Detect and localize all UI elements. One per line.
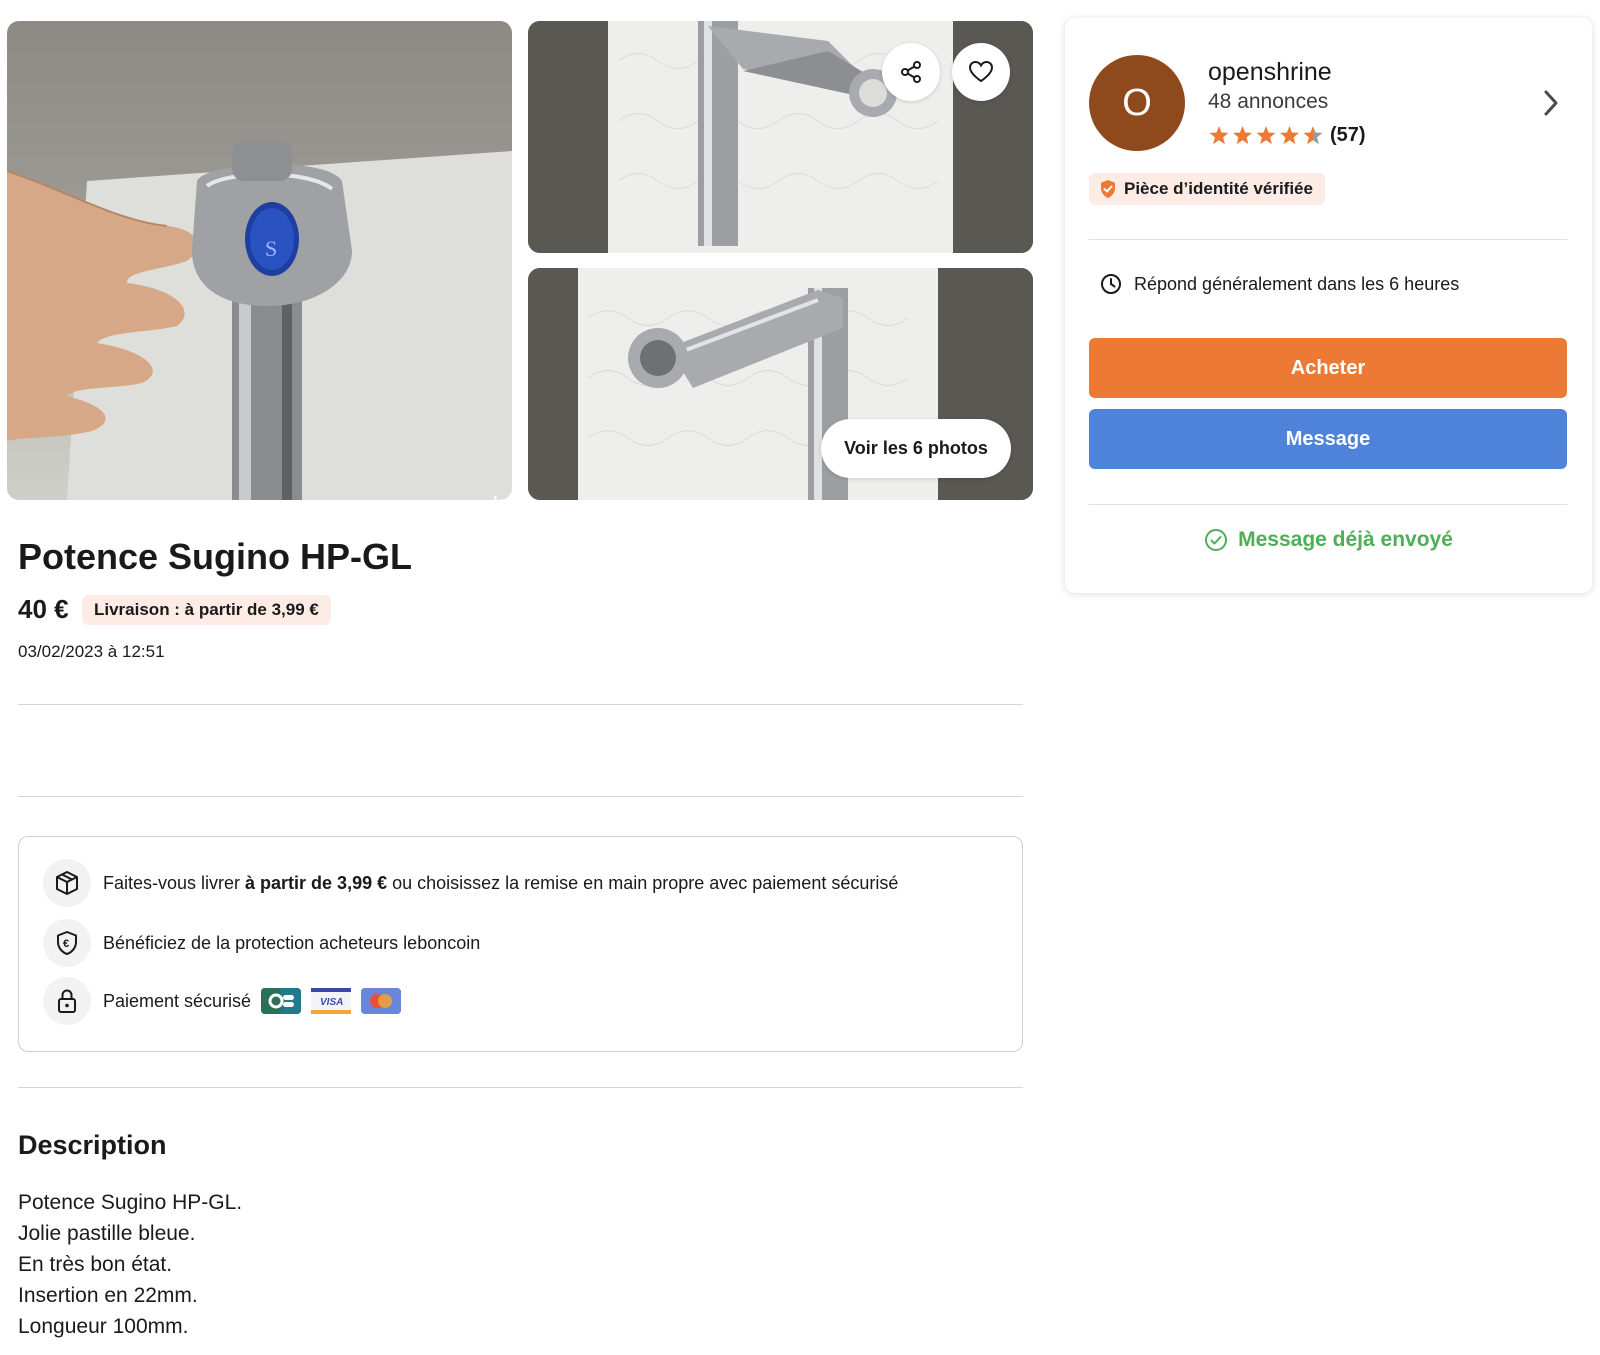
description-line: Insertion en 22mm. [18,1284,198,1307]
see-all-photos-button[interactable]: Voir les 6 photos [821,419,1011,478]
identity-verified-badge: Pièce d’identité vérifiée [1089,173,1325,205]
divider [18,796,1023,797]
listing-price: 40 € [18,594,69,624]
message-button[interactable]: Message [1089,409,1567,469]
listing-date: 03/02/2023 à 12:51 [18,642,165,661]
delivery-info-row: Faites-vous livrer à partir de 3,99 € ou… [43,859,898,907]
seller-card: O openshrine 48 annonces (57) Pièce d’id… [1065,18,1592,593]
description-line: Longueur 100mm. [18,1315,189,1338]
star-icon [1279,125,1300,144]
description-body: Potence Sugino HP-GL. Jolie pastille ble… [18,1187,242,1342]
description-line: Jolie pastille bleue. [18,1222,196,1245]
main-photo[interactable]: S leb [7,21,512,500]
divider [18,704,1023,705]
star-icon [1303,125,1323,144]
delivery-info-prefix: Faites-vous livrer [103,872,246,893]
shield-check-icon [1101,180,1115,198]
description-line: En très bon état. [18,1253,173,1276]
payment-info-row: Paiement sécurisé VISA [43,977,402,1025]
seller-rating[interactable]: (57) [1208,124,1366,147]
seller-listings-count: 48 annonces [1208,90,1329,113]
delivery-info-text: Faites-vous livrer à partir de 3,99 € ou… [103,873,898,894]
protection-info-text: Bénéficiez de la protection acheteurs le… [103,932,481,953]
svg-text:S: S [265,236,277,261]
heart-icon [968,60,994,83]
rating-count: (57) [1330,124,1366,146]
visa-card-label: VISA [320,997,343,1008]
rating-stars [1209,125,1323,144]
delivery-info-price: à partir de 3,99 € [245,872,388,893]
message-sent-status: Message déjà envoyé [1065,528,1592,552]
protection-info-row: € Bénéficiez de la protection acheteurs … [43,919,480,967]
watermark-text: leb [493,493,512,500]
package-icon [43,859,91,907]
identity-verified-label: Pièce d’identité vérifiée [1124,179,1313,198]
mastercard-card-icon [361,988,402,1014]
description-heading: Description [18,1130,167,1160]
share-button[interactable] [882,43,940,101]
share-icon [901,61,921,83]
chevron-right-icon [1544,90,1558,116]
star-icon [1209,125,1229,144]
svg-text:€: € [63,938,69,950]
bike-stem-photo-front: S [7,141,512,500]
lock-icon [43,977,91,1025]
cb-card-icon [261,988,302,1014]
seller-name[interactable]: openshrine [1208,58,1332,87]
payment-info-text: Paiement sécurisé [103,990,252,1011]
star-icon [1232,125,1253,144]
message-sent-label: Message déjà envoyé [1238,528,1453,551]
seller-profile-link[interactable] [1541,88,1561,123]
avatar[interactable]: O [1089,55,1185,151]
description-line: Potence Sugino HP-GL. [18,1191,243,1214]
divider [1089,504,1567,505]
response-time: Répond généralement dans les 6 heures [1100,273,1459,295]
delivery-badge: Livraison : à partir de 3,99 € [82,595,331,625]
shield-euro-icon: € [43,919,91,967]
favorite-button[interactable] [952,43,1010,101]
purchase-info-box: Faites-vous livrer à partir de 3,99 € ou… [18,836,1023,1052]
buy-button[interactable]: Acheter [1089,338,1567,398]
check-circle-icon [1205,529,1228,551]
clock-icon [1101,274,1121,294]
listing-title: Potence Sugino HP-GL [18,536,413,577]
star-icon [1256,125,1276,144]
divider [1089,239,1567,240]
visa-card-icon: VISA [311,988,352,1014]
delivery-info-suffix: ou choisissez la remise en main propre a… [387,872,899,893]
divider [18,1087,1023,1088]
response-time-text: Répond généralement dans les 6 heures [1134,273,1460,294]
